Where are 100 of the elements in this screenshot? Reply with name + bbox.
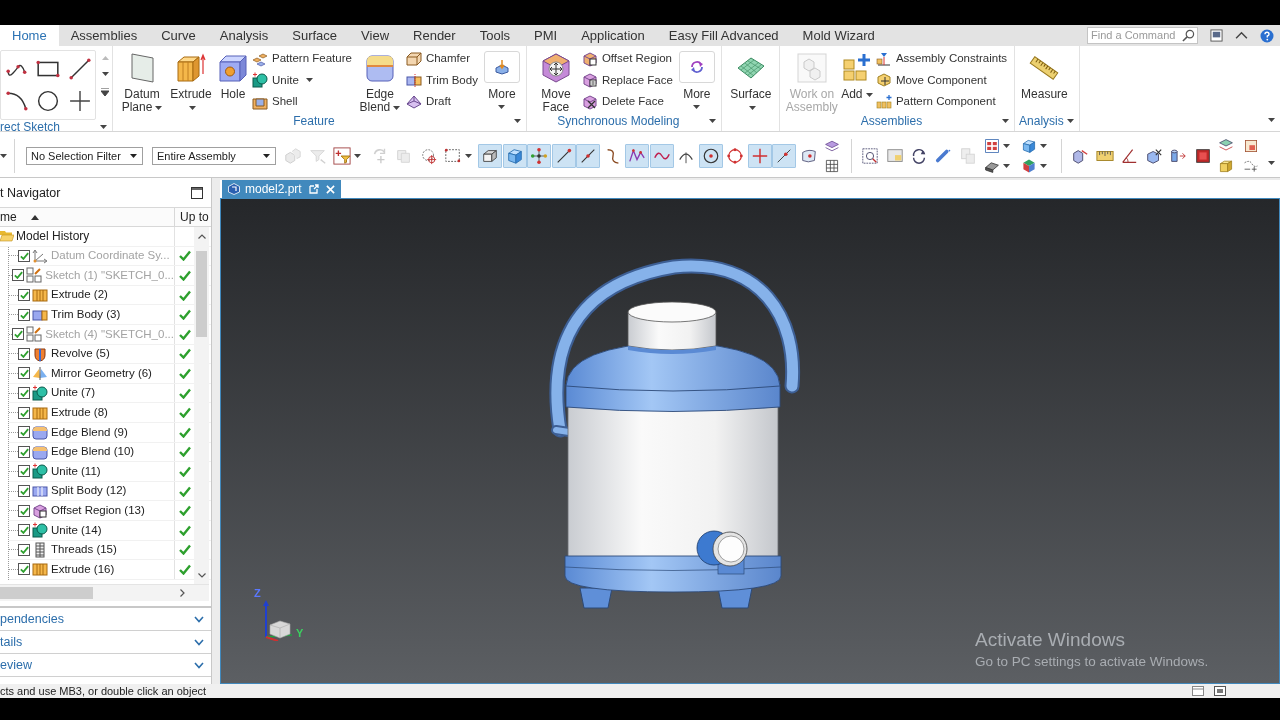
checkbox[interactable] [18, 485, 30, 497]
ribbon-command[interactable]: Move Component [875, 69, 1010, 91]
menu-tab[interactable]: Assemblies [58, 25, 150, 46]
checkbox[interactable] [18, 367, 30, 380]
circle-icon[interactable] [37, 90, 60, 112]
chevron-up-icon[interactable] [1235, 31, 1248, 40]
tree-item-label[interactable]: Unite (14) [51, 521, 102, 539]
window-icon[interactable] [1192, 686, 1204, 696]
checkbox[interactable] [18, 524, 30, 537]
checkbox[interactable] [18, 543, 30, 556]
command-search-field[interactable]: Find a Command [1087, 27, 1198, 44]
tree-item-label[interactable]: Extrude (8) [51, 404, 108, 422]
tree-item-label[interactable]: Revolve (5) [51, 345, 110, 363]
checkbox[interactable] [18, 347, 30, 360]
menu-tab[interactable]: Application [569, 25, 657, 46]
caret-icon[interactable] [100, 125, 107, 129]
vertical-scrollbar[interactable] [194, 227, 209, 584]
tree-item-label[interactable]: Threads (15) [51, 541, 117, 559]
close-icon[interactable] [325, 184, 335, 194]
tree-item-label[interactable]: Edge Blend (10) [51, 443, 135, 461]
panel-section[interactable]: eview [0, 654, 211, 677]
column-header[interactable]: Up to [180, 208, 209, 226]
menu-tab[interactable]: Tools [467, 25, 523, 46]
menu-tab[interactable]: Analysis [207, 25, 281, 46]
checkbox[interactable] [18, 504, 30, 517]
detach-icon[interactable] [308, 184, 319, 194]
ribbon-command[interactable]: Offset Region [581, 48, 675, 70]
menu-tab[interactable]: View [349, 25, 402, 46]
checkbox[interactable] [18, 406, 30, 419]
ribbon-button[interactable]: Measure [1021, 46, 1068, 101]
tree-item-label[interactable]: Model History [16, 227, 90, 246]
caret-icon[interactable] [1268, 160, 1275, 165]
scroll-down-icon[interactable] [101, 72, 109, 76]
ribbon-button[interactable]: Datum Plane [119, 46, 165, 114]
tree-item-label[interactable]: Extrude (2) [51, 286, 108, 304]
checkbox[interactable] [18, 426, 30, 439]
panel-section[interactable]: tails [0, 631, 211, 654]
ribbon-command[interactable]: Draft [405, 91, 480, 113]
ribbon-command[interactable]: Shell [252, 91, 354, 113]
checkbox[interactable] [18, 465, 30, 478]
more-button[interactable]: More [677, 46, 716, 109]
selection-filter-dropdown[interactable]: Entire Assembly [152, 146, 276, 165]
maximize-icon[interactable] [191, 187, 203, 199]
caret-icon[interactable] [708, 119, 716, 123]
caret-icon[interactable] [1066, 118, 1074, 123]
menu-tab[interactable]: Home [0, 25, 59, 46]
checkbox[interactable] [18, 249, 30, 262]
ribbon-button[interactable]: Edge Blend [356, 46, 403, 114]
horizontal-scrollbar[interactable] [0, 584, 209, 601]
arc-icon[interactable] [6, 90, 28, 112]
ribbon-button[interactable]: Hole [217, 46, 249, 101]
checkbox[interactable] [18, 387, 30, 400]
tree-item-label[interactable]: Mirror Geometry (6) [51, 364, 152, 383]
scroll-down-icon[interactable] [197, 573, 206, 578]
rectangle-icon[interactable] [36, 60, 61, 78]
caret-icon[interactable] [1002, 119, 1010, 123]
tree-item-label[interactable]: Unite (7) [51, 384, 96, 402]
file-tab[interactable]: model2.prt [222, 180, 341, 198]
ribbon-button[interactable]: Extrude [168, 46, 214, 114]
ribbon-command[interactable]: Chamfer [405, 48, 480, 70]
ribbon-button[interactable]: Move Face [532, 46, 579, 114]
tree-item-label[interactable]: Edge Blend (9) [51, 423, 128, 441]
tree-item-label[interactable]: Extrude (16) [51, 560, 115, 578]
tree-item-label[interactable]: Offset Region (13) [51, 502, 145, 520]
window-icon[interactable] [1214, 686, 1226, 696]
crosshair-icon[interactable] [68, 90, 91, 112]
line-icon[interactable] [68, 58, 91, 80]
scrollbar-thumb[interactable] [196, 251, 207, 337]
help-icon[interactable] [1260, 28, 1274, 43]
ribbon-command[interactable]: Trim Body [405, 69, 480, 91]
menu-tab[interactable]: Easy Fill Advanced [656, 25, 791, 46]
expand-gallery-icon[interactable] [101, 88, 109, 96]
menu-tab[interactable]: Surface [280, 25, 350, 46]
ribbon-button[interactable]: Surface [727, 46, 774, 114]
caret-icon[interactable] [513, 119, 521, 123]
panel-section[interactable]: pendencies [0, 608, 211, 631]
scroll-up-icon[interactable] [197, 234, 206, 239]
scroll-right-icon[interactable] [180, 589, 185, 597]
ribbon-button[interactable]: Add [840, 46, 873, 101]
checkbox[interactable] [18, 563, 30, 576]
tree-item-label[interactable]: Split Body (12) [51, 482, 127, 500]
ribbon-command[interactable]: Assembly Constraints [875, 48, 1010, 70]
checkbox[interactable] [18, 308, 30, 321]
tree-item-label[interactable]: Unite (11) [51, 462, 101, 481]
checkbox[interactable] [18, 289, 30, 302]
menu-tab[interactable]: Curve [149, 25, 208, 46]
checkbox[interactable] [12, 269, 25, 282]
ribbon-command[interactable]: Pattern Component [875, 91, 1010, 113]
scrollbar-thumb[interactable] [0, 587, 93, 599]
column-header[interactable]: me [0, 208, 17, 226]
menu-tab[interactable]: Render [401, 25, 468, 46]
ribbon-command[interactable]: Delete Face [581, 91, 675, 113]
caret-icon[interactable] [0, 153, 7, 158]
menu-tab[interactable]: Mold Wizard [790, 25, 887, 46]
window-icon[interactable] [1210, 29, 1223, 42]
tree-item-label[interactable]: Trim Body (3) [51, 306, 121, 324]
checkbox[interactable] [12, 328, 25, 341]
menu-tab[interactable]: PMI [522, 25, 570, 46]
ribbon-command[interactable]: Unite [252, 69, 354, 91]
more-button[interactable]: More [482, 46, 521, 109]
